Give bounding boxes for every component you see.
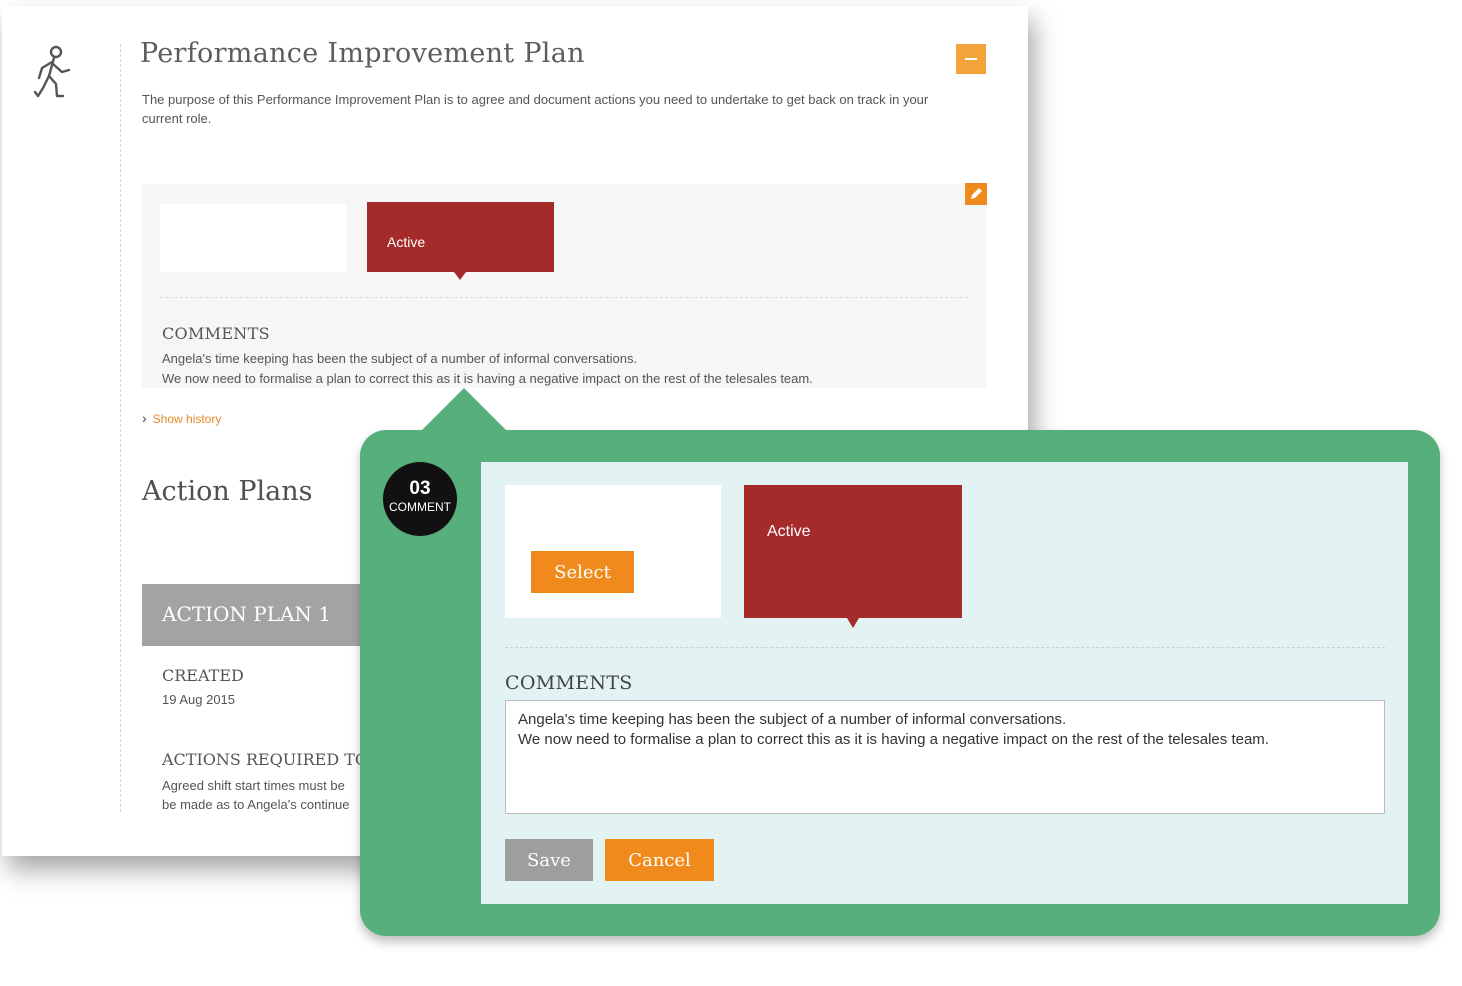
collapse-button[interactable] xyxy=(956,44,986,74)
status-active-badge: Active xyxy=(744,485,962,628)
comment-editor-panel: Select Active COMMENTS Angela's time kee… xyxy=(481,462,1408,904)
status-label: Active xyxy=(767,523,811,540)
overlay-pointer xyxy=(418,388,510,434)
comment-line: We now need to formalise a plan to corre… xyxy=(162,371,813,386)
actions-line: Agreed shift start times must be xyxy=(162,778,345,793)
dashed-separator xyxy=(160,297,968,298)
show-history-label: Show history xyxy=(152,412,222,426)
edit-button[interactable] xyxy=(965,183,987,205)
comments-textarea[interactable]: Angela's time keeping has been the subje… xyxy=(505,700,1385,814)
actions-line: be made as to Angela's continue xyxy=(162,797,350,812)
comments-text: Angela's time keeping has been the subje… xyxy=(162,349,813,389)
walking-person-icon xyxy=(33,45,71,98)
action-plans-heading: Action Plans xyxy=(142,476,313,507)
actions-required-text: Agreed shift start times must be be made… xyxy=(162,776,350,814)
pencil-icon xyxy=(971,188,982,199)
status-panel: Active COMMENTS Angela's time keeping ha… xyxy=(142,184,986,388)
cancel-button[interactable]: Cancel xyxy=(605,839,714,881)
chevron-right-icon: › xyxy=(142,410,147,426)
save-button[interactable]: Save xyxy=(505,839,593,881)
created-label: CREATED xyxy=(162,666,244,685)
created-date: 19 Aug 2015 xyxy=(162,692,236,707)
actions-required-label: ACTIONS REQUIRED TO A xyxy=(162,750,385,769)
comments-heading: COMMENTS xyxy=(505,672,633,694)
status-select-box: Select xyxy=(505,485,721,618)
select-button[interactable]: Select xyxy=(531,551,634,593)
status-label: Active xyxy=(387,234,426,250)
badge-number: 03 xyxy=(409,478,431,499)
minus-icon xyxy=(965,58,977,60)
page-title: Performance Improvement Plan xyxy=(140,38,585,69)
status-active-badge: Active xyxy=(367,202,554,280)
action-plan-title: ACTION PLAN 1 xyxy=(162,602,332,626)
plan-description: The purpose of this Performance Improvem… xyxy=(142,92,929,126)
dashed-separator xyxy=(505,647,1385,648)
action-plan-header[interactable]: ACTION PLAN 1 xyxy=(142,584,382,646)
vertical-divider xyxy=(120,44,121,812)
show-history-link[interactable]: › Show history xyxy=(142,410,221,426)
badge-label: COMMENT xyxy=(389,500,451,514)
comment-step-badge: 03 COMMENT xyxy=(383,462,457,536)
comment-line: Angela's time keeping has been the subje… xyxy=(162,351,638,366)
comments-heading: COMMENTS xyxy=(162,324,270,343)
status-placeholder-box xyxy=(160,204,346,272)
